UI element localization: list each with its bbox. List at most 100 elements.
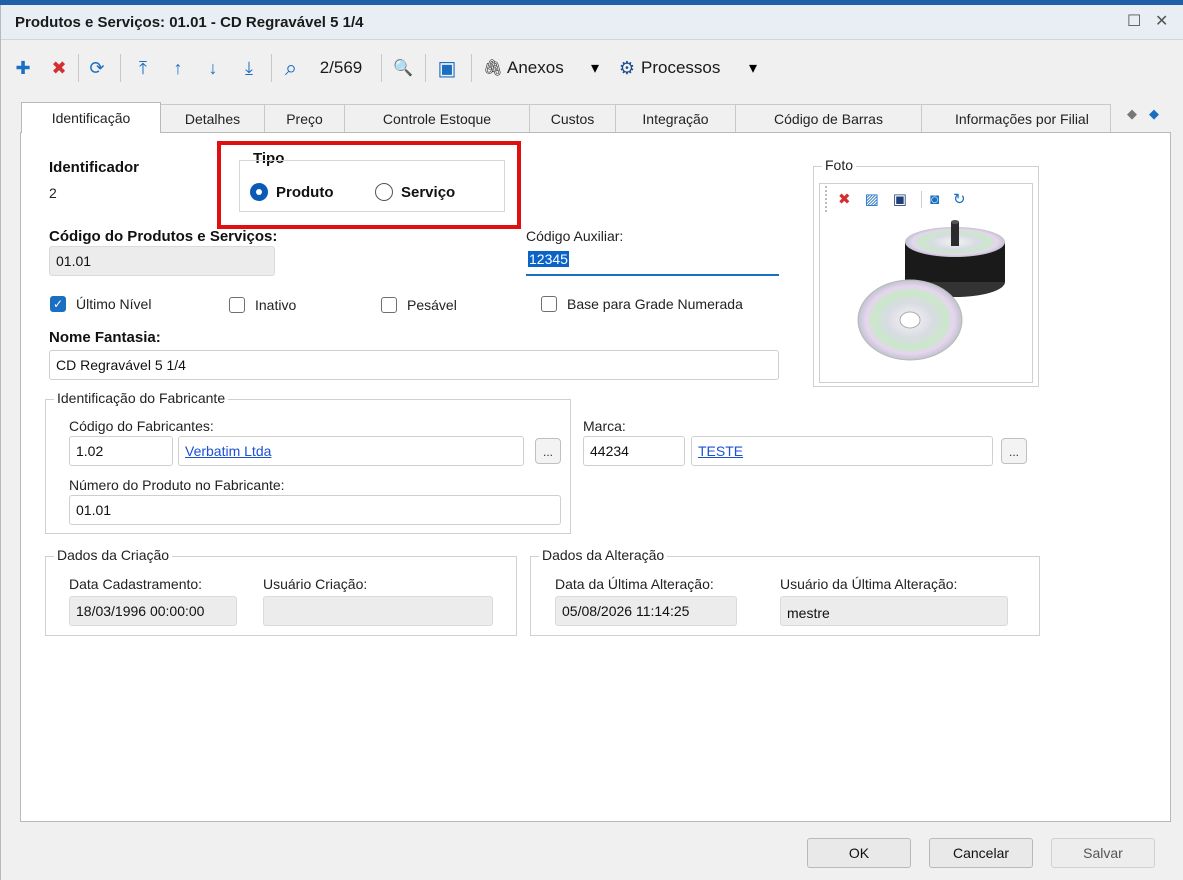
photo-frame: ✖ ▨ ▣ ◙ ↻: [819, 183, 1033, 383]
tab-controle-estoque[interactable]: Controle Estoque: [344, 104, 530, 132]
checkbox-base-grade[interactable]: Base para Grade Numerada: [541, 296, 743, 312]
image-icon[interactable]: ▨: [865, 190, 879, 208]
identificador-label: Identificador: [49, 159, 140, 176]
fabricante-nome-link[interactable]: Verbatim Ltda: [185, 443, 271, 459]
add-icon[interactable]: ✚: [11, 54, 35, 82]
checkbox-label: Pesável: [407, 297, 457, 313]
maximize-button[interactable]: ☐: [1127, 11, 1141, 31]
refresh-icon[interactable]: ⟳: [85, 54, 109, 82]
checkbox-ultimo-nivel[interactable]: ✓ Último Nível: [50, 296, 151, 312]
tab-integracao[interactable]: Integração: [615, 104, 736, 132]
fabricante-nome-field[interactable]: Verbatim Ltda: [178, 436, 524, 466]
checkbox-label: Inativo: [255, 297, 297, 313]
delete-photo-icon[interactable]: ✖: [838, 190, 851, 208]
save-photo-icon[interactable]: ▣: [893, 190, 907, 208]
foto-group: Foto ✖ ▨ ▣ ◙ ↻: [813, 157, 1039, 387]
data-alteracao-label: Data da Última Alteração:: [555, 576, 714, 592]
zoom-icon[interactable]: 🔍: [389, 54, 417, 82]
checkbox-label: Base para Grade Numerada: [567, 296, 743, 312]
alteracao-legend: Dados da Alteração: [539, 547, 668, 563]
tab-scroll-left-icon[interactable]: ◆: [1127, 106, 1137, 122]
fabricante-legend: Identificação do Fabricante: [54, 390, 229, 406]
criacao-legend: Dados da Criação: [54, 547, 173, 563]
tab-codigo-barras[interactable]: Código de Barras: [735, 104, 922, 132]
radio-unselected-indicator: [375, 183, 393, 201]
chevron-down-icon[interactable]: ▾: [744, 54, 762, 82]
tab-custos[interactable]: Custos: [529, 104, 616, 132]
tab-scroll-right-icon[interactable]: ◆: [1149, 106, 1159, 122]
numero-produto-label: Número do Produto no Fabricante:: [69, 477, 285, 493]
marca-codigo-input[interactable]: 44234: [583, 436, 685, 466]
previous-record-icon[interactable]: ↑: [166, 54, 190, 82]
product-window: Produtos e Serviços: 01.01 - CD Regraváv…: [0, 5, 1183, 880]
check-icon: ✓: [50, 296, 66, 312]
radio-servico[interactable]: Serviço: [375, 183, 455, 201]
gear-icon[interactable]: ⚙: [615, 54, 639, 82]
checkbox-box: [229, 297, 245, 313]
photo-toolbar: ✖ ▨ ▣ ◙ ↻: [838, 190, 980, 208]
tab-preco[interactable]: Preço: [264, 104, 345, 132]
codigo-produto-field[interactable]: 01.01: [49, 246, 275, 276]
codigo-produto-label: Código do Produtos e Serviços:: [49, 228, 278, 245]
first-record-icon[interactable]: ⤒: [131, 54, 155, 82]
data-cadastramento-field: 18/03/1996 00:00:00: [69, 596, 237, 626]
radio-selected-indicator: [250, 183, 268, 201]
tab-informacoes-filial[interactable]: Informações por Filial: [921, 104, 1111, 132]
codigo-auxiliar-value: 12345: [528, 251, 569, 267]
checkbox-inativo[interactable]: Inativo: [229, 297, 296, 313]
chevron-down-icon[interactable]: ▾: [586, 54, 604, 82]
processes-menu[interactable]: Processos: [641, 54, 741, 82]
checkbox-box: [541, 296, 557, 312]
search-icon[interactable]: ⌕: [279, 54, 303, 82]
marca-nome-field[interactable]: TESTE: [691, 436, 993, 466]
usuario-criacao-label: Usuário Criação:: [263, 576, 368, 592]
tab-identificacao[interactable]: Identificação: [21, 102, 161, 133]
data-cadastramento-label: Data Cadastramento:: [69, 576, 203, 592]
product-photo: [857, 220, 1005, 361]
toolbar-separator: [120, 54, 121, 82]
codigo-fabricante-input[interactable]: 1.02: [69, 436, 173, 466]
radio-produto[interactable]: Produto: [250, 183, 334, 201]
checkbox-pesavel[interactable]: Pesável: [381, 297, 457, 313]
usuario-alteracao-field: mestre: [780, 596, 1008, 626]
close-window-button[interactable]: ✕: [1155, 11, 1168, 31]
usuario-criacao-field: [263, 596, 493, 626]
tab-detalhes[interactable]: Detalhes: [160, 104, 265, 132]
monitor-icon[interactable]: ▣: [433, 54, 461, 82]
next-record-icon[interactable]: ↓: [201, 54, 225, 82]
toolbar: ✚ ✖ ⟳ ⤒ ↑ ↓ ⤓ ⌕ 2/569 🔍 ▣ 🖇 Anexos ▾ ⚙ P…: [1, 48, 1183, 88]
window-title: Produtos e Serviços: 01.01 - CD Regraváv…: [15, 14, 364, 31]
identificador-value: 2: [49, 185, 57, 201]
foto-label: Foto: [822, 157, 857, 173]
cancel-button[interactable]: Cancelar: [929, 838, 1033, 868]
radio-produto-label: Produto: [276, 183, 334, 201]
photo-toolbar-grip: [825, 186, 827, 212]
usuario-alteracao-label: Usuário da Última Alteração:: [780, 576, 958, 592]
checkbox-box: [381, 297, 397, 313]
data-alteracao-field: 05/08/2026 11:14:25: [555, 596, 737, 626]
marca-lookup-button[interactable]: ...: [1001, 438, 1027, 464]
record-counter: 2/569: [319, 58, 363, 77]
marca-nome-link[interactable]: TESTE: [698, 443, 743, 459]
toolbar-separator: [78, 54, 79, 82]
fabricante-lookup-button[interactable]: ...: [535, 438, 561, 464]
title-bar: Produtos e Serviços: 01.01 - CD Regraváv…: [1, 5, 1183, 40]
toolbar-separator: [381, 54, 382, 82]
radio-servico-label: Serviço: [401, 183, 456, 201]
last-record-icon[interactable]: ⤓: [237, 54, 261, 82]
ok-button[interactable]: OK: [807, 838, 911, 868]
nome-fantasia-input[interactable]: CD Regravável 5 1/4: [49, 350, 779, 380]
marca-label: Marca:: [583, 418, 626, 434]
attachments-menu[interactable]: Anexos: [507, 54, 583, 82]
toolbar-separator: [425, 54, 426, 82]
checkbox-label: Último Nível: [76, 296, 152, 312]
camera-icon[interactable]: ◙: [920, 190, 939, 208]
delete-icon[interactable]: ✖: [47, 54, 71, 82]
paperclip-icon[interactable]: 🖇: [481, 54, 505, 82]
codigo-auxiliar-input[interactable]: 12345: [526, 246, 779, 276]
toolbar-separator: [271, 54, 272, 82]
codigo-fabricante-label: Código do Fabricantes:: [69, 418, 214, 434]
numero-produto-input[interactable]: 01.01: [69, 495, 561, 525]
save-button[interactable]: Salvar: [1051, 838, 1155, 868]
rotate-icon[interactable]: ↻: [953, 190, 966, 208]
